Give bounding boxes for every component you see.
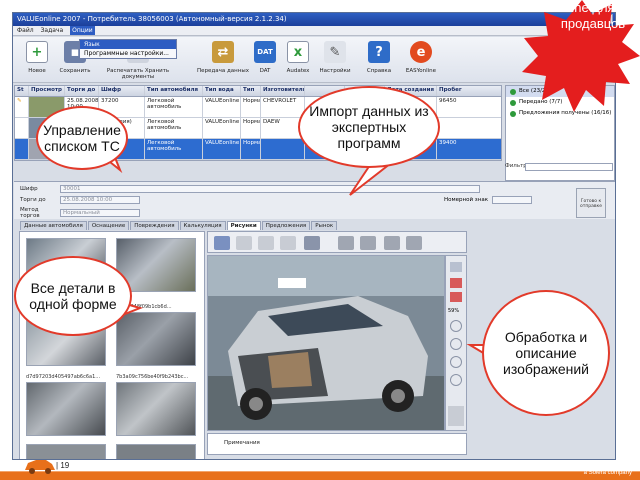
callout-text: Управление списком ТС <box>43 122 121 154</box>
callout-list-management: Управление списком ТС <box>36 106 128 170</box>
slide: VALUEonline 2007 - Потребитель 38056003 … <box>0 0 640 480</box>
callout-import: Импорт данных из экспертных программ <box>298 86 440 168</box>
callout-all-details: Все детали в одной форме <box>14 256 132 336</box>
callout-image-processing: Обработка и описание изображений <box>482 290 610 416</box>
callout-text: Импорт данных из экспертных программ <box>309 103 429 151</box>
callout-text: Все детали в одной форме <box>29 280 117 312</box>
callout-text: Обработка и описание изображений <box>503 329 589 377</box>
starburst-text: ine для продавцов <box>560 0 626 31</box>
